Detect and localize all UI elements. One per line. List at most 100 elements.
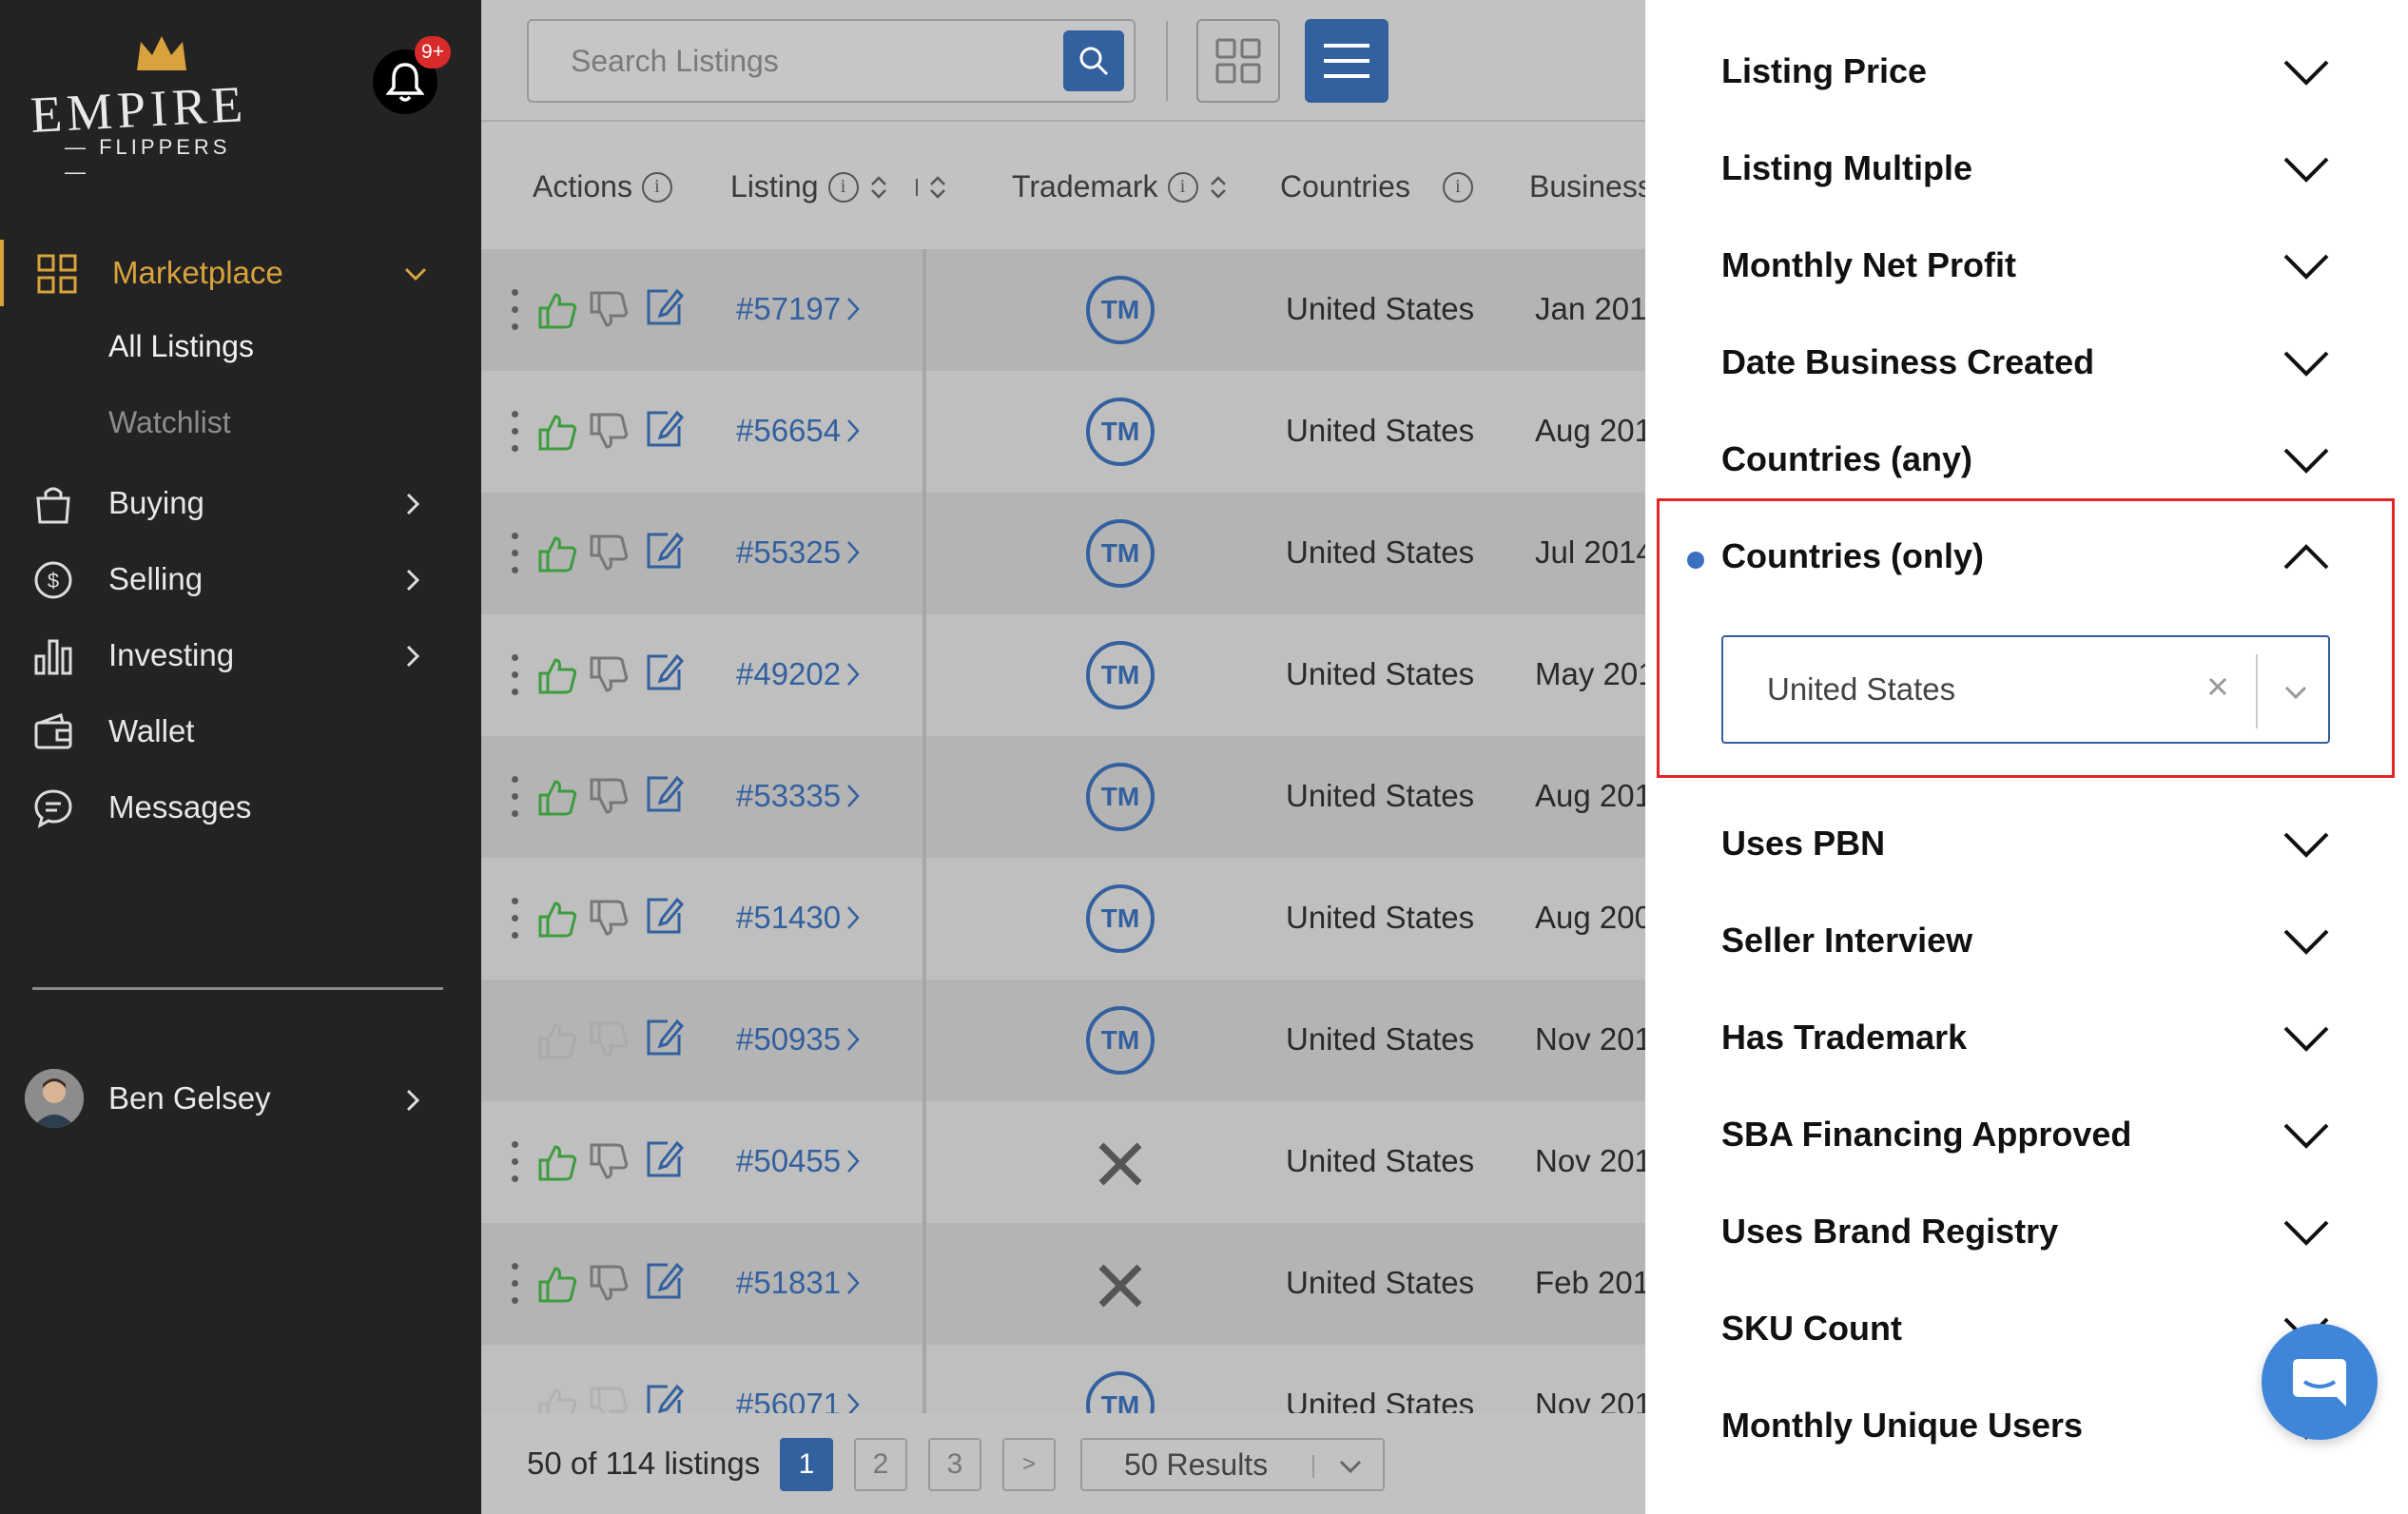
listing-id-link[interactable]: #57197: [736, 291, 862, 327]
sidebar-subitem-watchlist[interactable]: Watchlist: [108, 405, 231, 440]
next-page-button[interactable]: >: [1002, 1438, 1056, 1491]
sidebar-item-marketplace[interactable]: Marketplace: [0, 240, 481, 306]
thumbs-down-icon[interactable]: [588, 533, 630, 574]
column-resize-handle[interactable]: [915, 178, 918, 196]
table-row[interactable]: #55325 TM United States Jul 2014: [481, 493, 1645, 614]
sidebar-item-messages[interactable]: Messages: [0, 774, 481, 841]
column-header-trademark[interactable]: Trademark i: [1012, 169, 1229, 204]
thumbs-down-icon[interactable]: [588, 1019, 630, 1061]
page-button-3[interactable]: 3: [928, 1438, 981, 1491]
edit-note-icon[interactable]: [643, 1016, 685, 1058]
more-options-icon[interactable]: [512, 654, 519, 698]
more-options-icon[interactable]: [512, 289, 519, 333]
thumbs-down-icon[interactable]: [588, 776, 630, 818]
column-header-actions[interactable]: Actions i: [533, 169, 672, 204]
sidebar-subitem-all-listings[interactable]: All Listings: [108, 329, 254, 364]
filter-item[interactable]: Listing Price: [1721, 34, 2330, 110]
more-options-icon[interactable]: [512, 533, 519, 576]
table-row[interactable]: #49202 TM United States May 2019: [481, 614, 1645, 736]
more-options-icon[interactable]: [512, 898, 519, 941]
filter-item[interactable]: Date Business Created: [1721, 325, 2330, 401]
edit-note-icon[interactable]: [643, 529, 685, 571]
filter-item[interactable]: Seller Interview: [1721, 903, 2330, 980]
user-menu[interactable]: Ben Gelsey: [0, 1065, 481, 1134]
table-row[interactable]: #50935 TM United States Nov 2018: [481, 980, 1645, 1101]
table-row[interactable]: #51831 United States Feb 2018: [481, 1223, 1645, 1345]
chat-widget-button[interactable]: [2262, 1324, 2378, 1440]
grid-view-button[interactable]: [1196, 19, 1280, 103]
table-row[interactable]: #53335 TM United States Aug 2018: [481, 736, 1645, 858]
more-options-icon[interactable]: [512, 1263, 519, 1307]
thumbs-down-icon[interactable]: [588, 654, 630, 696]
column-header-listing[interactable]: Listing i: [730, 169, 948, 204]
thumbs-up-icon[interactable]: [536, 289, 578, 331]
column-header-countries[interactable]: Countries i: [1280, 169, 1473, 204]
filter-item[interactable]: Uses Brand Registry: [1721, 1194, 2330, 1271]
filter-item[interactable]: Monthly Unique Users: [1721, 1388, 2330, 1465]
filter-countries-only[interactable]: Countries (only): [1721, 519, 2330, 595]
search-button[interactable]: [1063, 30, 1124, 91]
more-options-icon[interactable]: [512, 1141, 519, 1185]
thumbs-down-icon[interactable]: [588, 289, 630, 331]
thumbs-up-icon[interactable]: [536, 1019, 578, 1061]
sidebar-item-selling[interactable]: $ Selling: [0, 546, 481, 612]
sidebar-item-wallet[interactable]: Wallet: [0, 698, 481, 765]
edit-note-icon[interactable]: [643, 1259, 685, 1301]
table-row[interactable]: #56654 TM United States Aug 2017: [481, 371, 1645, 493]
search-input[interactable]: Search Listings: [527, 19, 1136, 103]
filter-item[interactable]: Countries (any): [1721, 422, 2330, 498]
table-row[interactable]: #50455 United States Nov 2017: [481, 1101, 1645, 1223]
listing-id-link[interactable]: #51831: [736, 1265, 862, 1301]
listing-id-link[interactable]: #49202: [736, 656, 862, 692]
thumbs-up-icon[interactable]: [536, 1263, 578, 1305]
filter-item[interactable]: Has Trademark: [1721, 1000, 2330, 1077]
chevron-down-icon[interactable]: [2282, 683, 2309, 702]
info-icon[interactable]: i: [827, 171, 859, 203]
clear-icon[interactable]: [2206, 675, 2229, 698]
filter-item[interactable]: Listing Multiple: [1721, 131, 2330, 207]
info-icon[interactable]: i: [1167, 171, 1198, 203]
edit-note-icon[interactable]: [643, 1137, 685, 1179]
edit-note-icon[interactable]: [643, 894, 685, 936]
filter-item[interactable]: Monthly Net Profit: [1721, 228, 2330, 304]
listing-id-link[interactable]: #56654: [736, 413, 862, 449]
list-view-button[interactable]: [1305, 19, 1388, 103]
thumbs-up-icon[interactable]: [536, 411, 578, 453]
listing-id-link[interactable]: #50935: [736, 1021, 862, 1058]
thumbs-up-icon[interactable]: [536, 898, 578, 940]
info-icon[interactable]: i: [641, 171, 672, 203]
sort-icon[interactable]: [927, 173, 948, 202]
thumbs-up-icon[interactable]: [536, 776, 578, 818]
edit-note-icon[interactable]: [643, 772, 685, 814]
empire-flippers-logo[interactable]: EMPIRE — FLIPPERS —: [29, 34, 259, 184]
thumbs-down-icon[interactable]: [588, 898, 630, 940]
listing-id-link[interactable]: #50455: [736, 1143, 862, 1179]
thumbs-up-icon[interactable]: [536, 654, 578, 696]
table-row[interactable]: #51430 TM United States Aug 2009: [481, 858, 1645, 980]
listing-id-link[interactable]: #55325: [736, 534, 862, 571]
column-header-business[interactable]: Business: [1529, 169, 1645, 204]
listing-id-link[interactable]: #53335: [736, 778, 862, 814]
thumbs-up-icon[interactable]: [536, 533, 578, 574]
sort-icon[interactable]: [868, 173, 889, 202]
page-button-1[interactable]: 1: [780, 1438, 833, 1491]
edit-note-icon[interactable]: [643, 285, 685, 327]
thumbs-up-icon[interactable]: [536, 1141, 578, 1183]
more-options-icon[interactable]: [512, 776, 519, 820]
sort-icon[interactable]: [1208, 173, 1229, 202]
edit-note-icon[interactable]: [643, 407, 685, 449]
filter-item[interactable]: SBA Financing Approved: [1721, 1097, 2330, 1174]
filter-item[interactable]: Uses PBN: [1721, 806, 2330, 883]
listing-id-link[interactable]: #51430: [736, 900, 862, 936]
results-per-page-select[interactable]: 50 Results: [1080, 1438, 1385, 1491]
more-options-icon[interactable]: [512, 411, 519, 455]
sidebar-item-investing[interactable]: Investing: [0, 622, 481, 689]
filter-item[interactable]: SKU Count: [1721, 1291, 2330, 1368]
thumbs-down-icon[interactable]: [588, 1263, 630, 1305]
country-select[interactable]: United States: [1721, 635, 2330, 744]
thumbs-down-icon[interactable]: [588, 1141, 630, 1183]
table-row[interactable]: #57197 TM United States Jan 2016: [481, 249, 1645, 371]
info-icon[interactable]: i: [1442, 171, 1473, 203]
thumbs-down-icon[interactable]: [588, 411, 630, 453]
page-button-2[interactable]: 2: [854, 1438, 907, 1491]
